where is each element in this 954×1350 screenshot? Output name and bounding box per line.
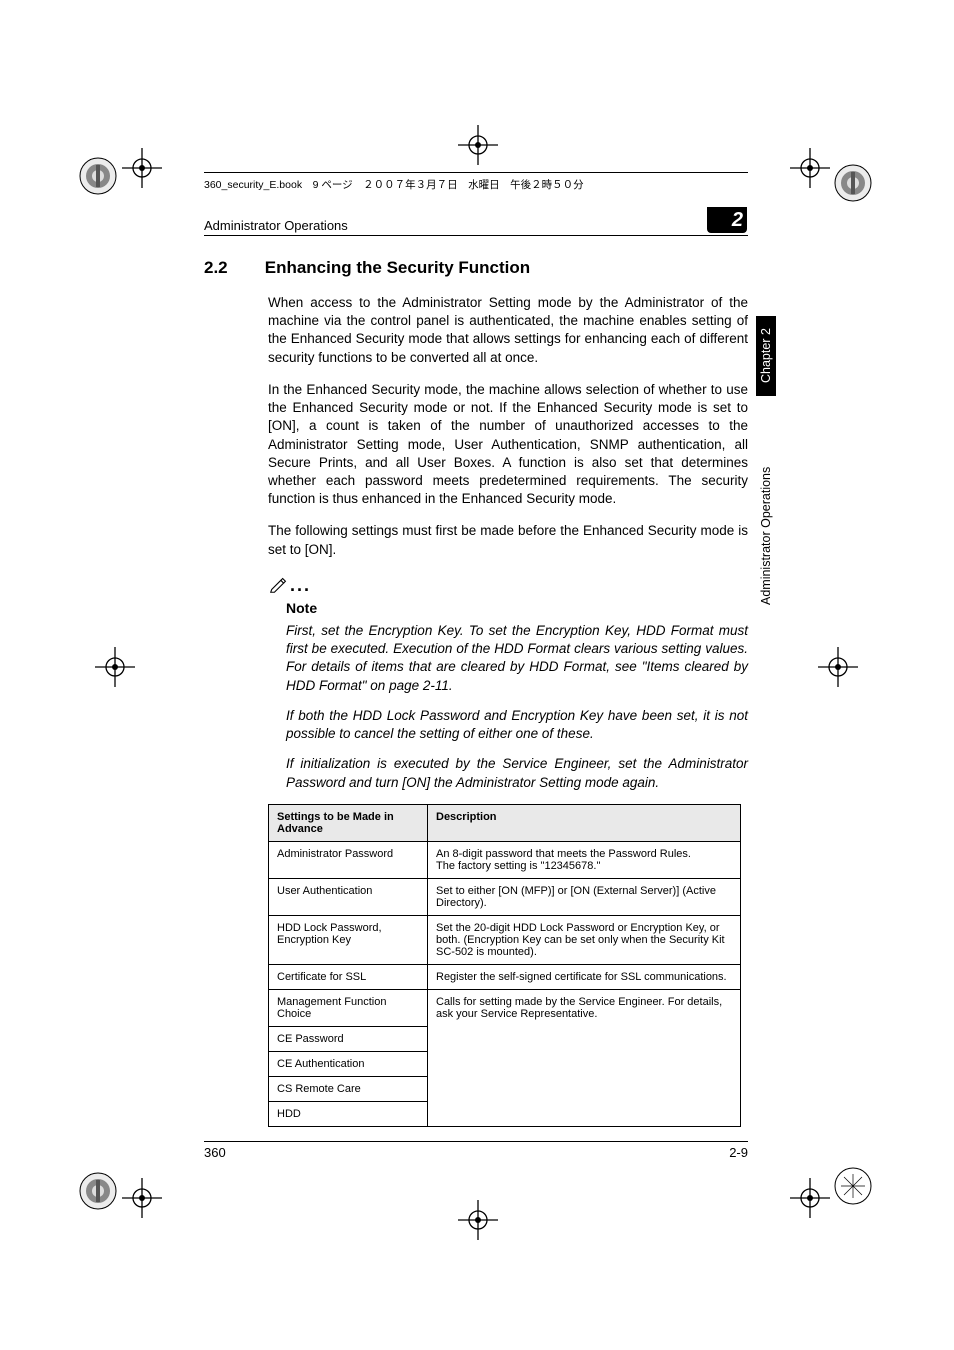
table-cell: An 8-digit password that meets the Passw… (428, 841, 741, 878)
running-head-text: Administrator Operations (204, 218, 348, 233)
table-row: HDD Lock Password, Encryption Key Set th… (269, 915, 741, 964)
table-cell: Calls for setting made by the Service En… (428, 989, 741, 1126)
table-cell: Administrator Password (269, 841, 428, 878)
settings-table: Settings to be Made in Advance Descripti… (268, 804, 741, 1127)
note-paragraph: First, set the Encryption Key. To set th… (286, 622, 748, 695)
footer-right: 2-9 (729, 1145, 748, 1160)
table-cell: User Authentication (269, 878, 428, 915)
chapter-number-badge: 2 (707, 207, 747, 233)
table-header-cell: Settings to be Made in Advance (269, 804, 428, 841)
note-paragraph: If both the HDD Lock Password and Encryp… (286, 707, 748, 743)
table-cell: Management Function Choice (269, 989, 428, 1026)
paragraph: The following settings must first be mad… (268, 522, 748, 558)
page-footer: 360 2-9 (204, 1141, 748, 1160)
table-row: Management Function Choice Calls for set… (269, 989, 741, 1026)
note-dots-icon: ... (290, 575, 311, 595)
section-title: Enhancing the Security Function (265, 258, 530, 277)
table-cell: CE Password (269, 1026, 428, 1051)
corner-screw-icon (77, 1170, 119, 1212)
registration-mark-icon (122, 1178, 162, 1218)
registration-mark-icon (458, 125, 498, 165)
registration-mark-icon (790, 148, 830, 188)
note-block: ... Note First, set the Encryption Key. … (268, 573, 748, 792)
table-cell: Register the self-signed certificate for… (428, 964, 741, 989)
table-cell: Set to either [ON (MFP)] or [ON (Externa… (428, 878, 741, 915)
registration-mark-icon (790, 1178, 830, 1218)
registration-mark-icon (458, 1200, 498, 1240)
table-cell: Set the 20-digit HDD Lock Password or En… (428, 915, 741, 964)
table-header-row: Settings to be Made in Advance Descripti… (269, 804, 741, 841)
paragraph: When access to the Administrator Setting… (268, 294, 748, 367)
framemaker-filename: 360_security_E.book 9 ページ ２００７年３月７日 水曜日 … (204, 177, 584, 192)
page-root: 360_security_E.book 9 ページ ２００７年３月７日 水曜日 … (0, 0, 954, 1350)
corner-screw-icon (832, 162, 874, 204)
framemaker-header: 360_security_E.book 9 ページ ２００７年３月７日 水曜日 … (204, 172, 748, 192)
table-cell: CE Authentication (269, 1051, 428, 1076)
corner-screw-icon (832, 1165, 874, 1207)
registration-mark-icon (95, 647, 135, 687)
corner-screw-icon (77, 155, 119, 197)
note-body: First, set the Encryption Key. To set th… (286, 622, 748, 792)
section-heading: 2.2 Enhancing the Security Function (204, 258, 748, 278)
registration-mark-icon (122, 148, 162, 188)
note-title: Note (286, 599, 748, 618)
paragraph: In the Enhanced Security mode, the machi… (268, 381, 748, 509)
table-row: User Authentication Set to either [ON (M… (269, 878, 741, 915)
table-cell: CS Remote Care (269, 1076, 428, 1101)
table-row: Certificate for SSL Register the self-si… (269, 964, 741, 989)
side-tab-chapter: Chapter 2 (756, 316, 776, 396)
table-cell: Certificate for SSL (269, 964, 428, 989)
note-paragraph: If initialization is executed by the Ser… (286, 755, 748, 791)
pencil-icon (268, 573, 290, 595)
section-number: 2.2 (204, 258, 260, 278)
table-cell: HDD Lock Password, Encryption Key (269, 915, 428, 964)
footer-left: 360 (204, 1145, 226, 1160)
content-area: 2.2 Enhancing the Security Function When… (204, 258, 748, 1127)
table-header-cell: Description (428, 804, 741, 841)
table-row: Administrator Password An 8-digit passwo… (269, 841, 741, 878)
body-text: When access to the Administrator Setting… (268, 294, 748, 792)
side-tab-title: Administrator Operations (756, 405, 776, 605)
running-head: Administrator Operations (204, 219, 748, 236)
table-cell: HDD (269, 1101, 428, 1126)
registration-mark-icon (818, 647, 858, 687)
